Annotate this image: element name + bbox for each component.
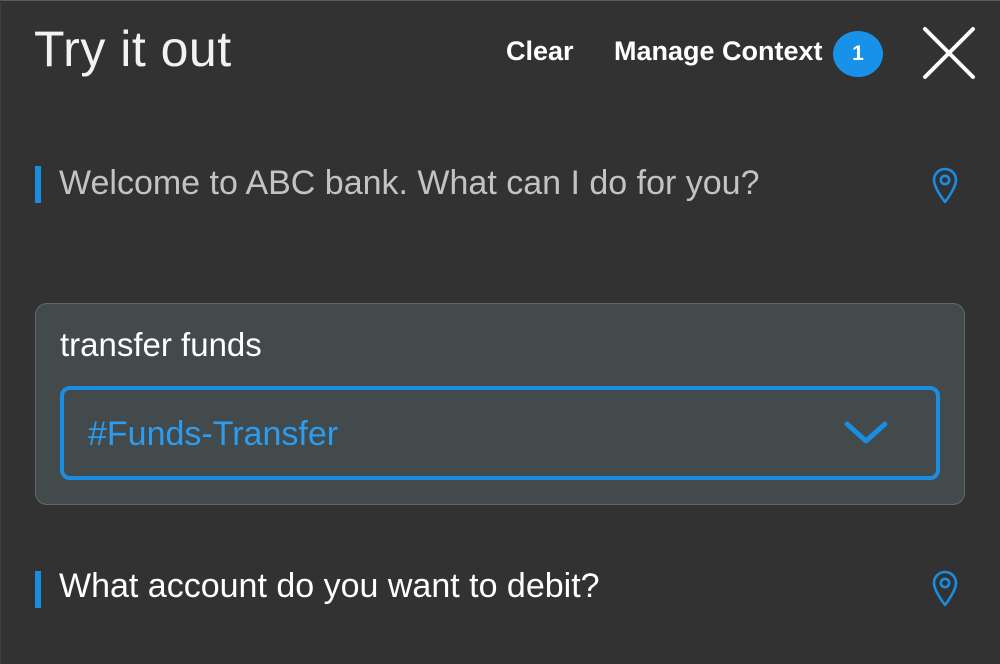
- location-pin-icon[interactable]: [932, 167, 958, 205]
- chevron-down-icon[interactable]: [843, 420, 889, 446]
- message-indicator-bar: [35, 166, 41, 203]
- bot-message-debit-account: What account do you want to debit?: [59, 567, 600, 605]
- location-pin-icon[interactable]: [932, 570, 958, 608]
- bot-message-welcome: Welcome to ABC bank. What can I do for y…: [59, 164, 760, 202]
- intent-dropdown[interactable]: #Funds-Transfer: [60, 386, 940, 480]
- clear-button[interactable]: Clear: [506, 34, 574, 68]
- user-utterance: transfer funds: [60, 326, 262, 363]
- user-input-card: transfer funds #Funds-Transfer: [35, 303, 965, 505]
- close-icon[interactable]: [922, 26, 976, 80]
- context-count-badge[interactable]: 1: [833, 31, 883, 77]
- manage-context-button[interactable]: Manage Context: [614, 34, 823, 68]
- message-indicator-bar: [35, 571, 41, 608]
- intent-selected-value: #Funds-Transfer: [88, 415, 339, 453]
- panel-title: Try it out: [34, 21, 232, 77]
- try-it-out-panel: Try it out Clear Manage Context 1 Welcom…: [0, 0, 1000, 664]
